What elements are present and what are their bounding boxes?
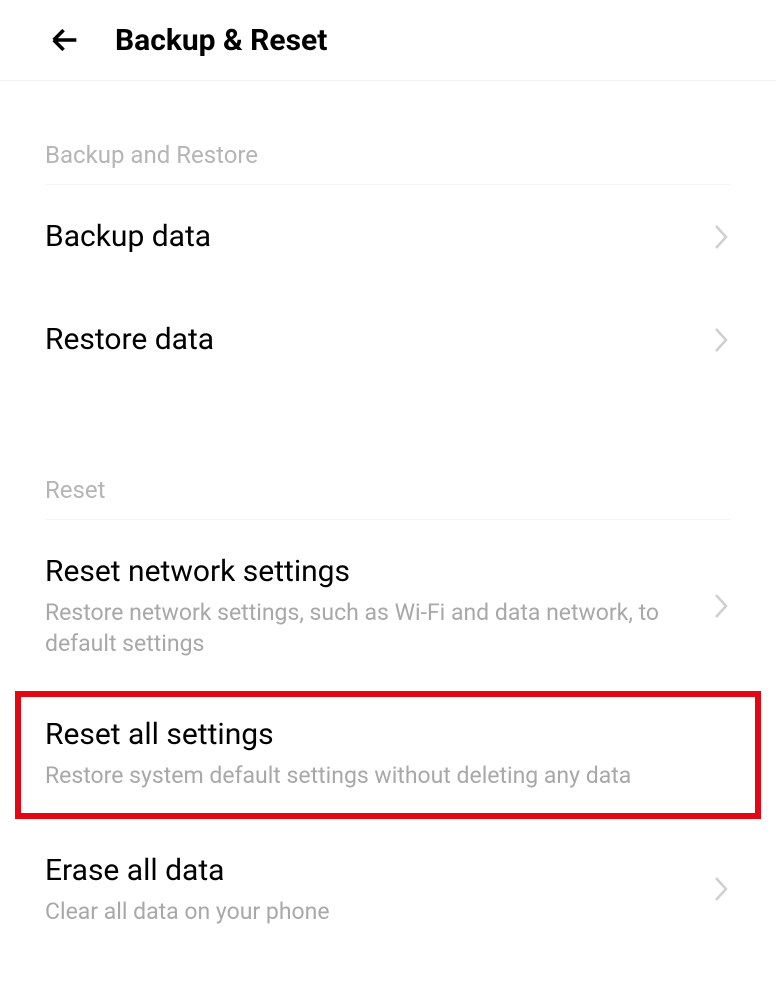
chevron-right-icon	[711, 219, 731, 255]
row-text: Reset network settings Restore network s…	[45, 552, 703, 659]
row-title: Reset network settings	[45, 552, 703, 591]
row-subtitle: Restore system default settings without …	[45, 760, 731, 791]
app-header: Backup & Reset	[0, 0, 776, 81]
content-area: Backup and Restore Backup data Restore d…	[0, 81, 776, 959]
section-header-reset: Reset	[45, 446, 731, 520]
row-title: Backup data	[45, 217, 703, 256]
row-text: Restore data	[45, 320, 703, 359]
chevron-right-icon	[711, 322, 731, 358]
section-header-backup: Backup and Restore	[45, 131, 731, 185]
row-text: Erase all data Clear all data on your ph…	[45, 851, 703, 927]
row-title: Erase all data	[45, 851, 703, 890]
row-text: Reset all settings Restore system defaul…	[45, 715, 731, 791]
row-subtitle: Clear all data on your phone	[45, 896, 703, 927]
row-text: Backup data	[45, 217, 703, 256]
chevron-right-icon	[711, 871, 731, 907]
back-arrow-icon[interactable]	[45, 20, 85, 60]
row-restore-data[interactable]: Restore data	[45, 288, 731, 391]
row-erase-all-data[interactable]: Erase all data Clear all data on your ph…	[45, 819, 731, 959]
page-title: Backup & Reset	[115, 23, 327, 58]
row-subtitle: Restore network settings, such as Wi-Fi …	[45, 597, 703, 659]
row-reset-all-settings[interactable]: Reset all settings Restore system defaul…	[45, 697, 731, 813]
chevron-right-icon	[711, 588, 731, 624]
highlight-box: Reset all settings Restore system defaul…	[15, 691, 761, 819]
row-title: Restore data	[45, 320, 703, 359]
row-backup-data[interactable]: Backup data	[45, 185, 731, 288]
row-reset-network-settings[interactable]: Reset network settings Restore network s…	[45, 520, 731, 691]
row-title: Reset all settings	[45, 715, 731, 754]
